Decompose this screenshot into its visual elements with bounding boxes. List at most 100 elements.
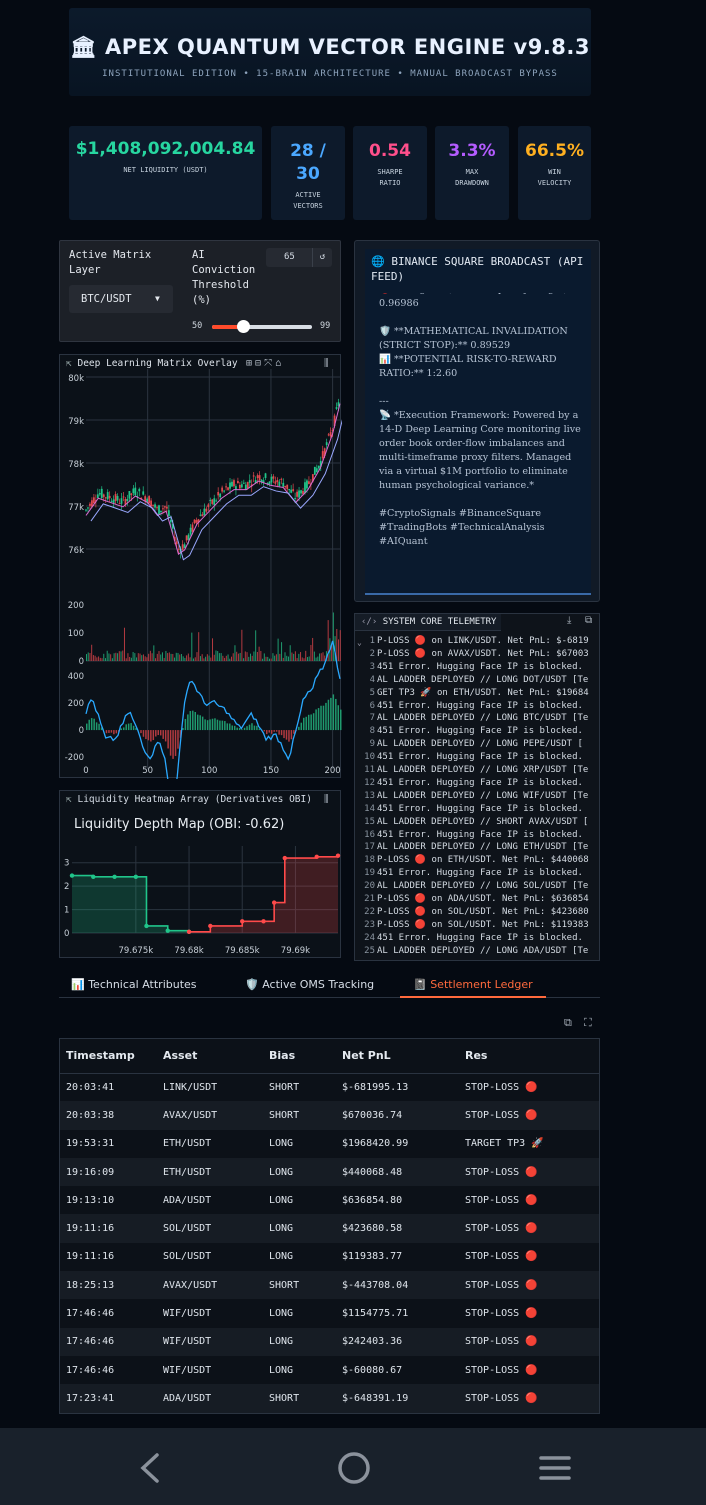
histogram-bar xyxy=(86,723,88,731)
table-row[interactable]: 17:23:41 ADA/USDT SHORT $-648391.19 STOP-LOS… xyxy=(60,1384,599,1413)
candle xyxy=(167,510,170,516)
histogram-bar xyxy=(130,723,132,731)
volume-bar xyxy=(236,651,238,661)
col-header[interactable]: Bias xyxy=(263,1039,336,1074)
log-text: P-LOSS 🔴 on SOL/USDT. Net PnL: $423680 xyxy=(377,906,589,917)
back-icon[interactable] xyxy=(138,1452,160,1484)
volume-bar xyxy=(336,628,338,661)
log-text: AL LADDER DEPLOYED // LONG ETH/USDT [Te xyxy=(377,842,589,853)
table-row[interactable]: 19:11:16 SOL/USDT LONG $423680.58 STOP-LOSS … xyxy=(60,1214,599,1243)
log-line: 25 AL LADDER DEPLOYED // LONG ADA/USDT [T… xyxy=(355,945,588,958)
table-row[interactable]: 19:13:10 ADA/USDT LONG $636854.80 STOP-LOSS … xyxy=(60,1186,599,1214)
tab-active-oms[interactable]: 🛡️ Active OMS Tracking xyxy=(245,974,374,998)
depth-point xyxy=(314,854,319,860)
kpi-value: 66.5% xyxy=(525,141,584,161)
autoscale-icon[interactable]: ⤧ xyxy=(264,358,275,369)
log-line: 8 451 Error. Hugging Face IP is blocked. xyxy=(355,725,583,738)
table-cell: STOP-LOSS 🔴 xyxy=(459,1327,599,1356)
table-cell: $423680.58 xyxy=(336,1214,459,1243)
zoom-out-icon[interactable]: ⊟ xyxy=(255,358,264,369)
volume-bar xyxy=(136,657,138,661)
col-header[interactable]: Res xyxy=(459,1039,599,1074)
table-row[interactable]: 20:03:41 LINK/USDT SHORT $-681995.13 STOP-LO… xyxy=(60,1073,599,1101)
table-row[interactable]: 17:46:46 WIF/USDT LONG $242403.36 STOP-LOSS … xyxy=(60,1327,599,1356)
table-row[interactable]: 19:16:09 ETH/USDT LONG $440068.48 STOP-LOSS … xyxy=(60,1157,599,1187)
volume-bar xyxy=(275,654,277,661)
android-nav-bar xyxy=(0,1428,706,1505)
col-header[interactable]: Net PnL xyxy=(336,1039,459,1074)
volume-bar xyxy=(260,650,262,661)
depth-point xyxy=(240,919,245,924)
candle xyxy=(162,508,164,510)
volume-bar xyxy=(104,658,106,661)
table-row[interactable]: 17:46:46 WIF/USDT LONG $1154775.71 STOP-LOSS… xyxy=(60,1299,599,1327)
table-row[interactable]: 19:53:31 ETH/USDT LONG $1968420.99 TARGET TP… xyxy=(60,1130,599,1158)
threshold-slider[interactable] xyxy=(212,320,312,333)
matrix-chart[interactable]: 80k 79k 78k 77k 76k 200 100 0 400 200 0 -200 0 50 100 1… xyxy=(60,369,342,779)
menu-icon[interactable] xyxy=(538,1455,572,1481)
line-number: 3 xyxy=(369,661,375,672)
volume-bar xyxy=(113,653,115,661)
volume-bar xyxy=(210,657,212,661)
candle xyxy=(152,504,154,506)
col-header[interactable]: Asset xyxy=(157,1039,263,1074)
table-row[interactable]: 17:46:46 WIF/USDT LONG $-60080.67 STOP-LOSS … xyxy=(60,1356,599,1384)
table-row[interactable]: 19:11:16 SOL/USDT LONG $119383.77 STOP-LOSS … xyxy=(60,1243,599,1271)
histogram-bar xyxy=(199,715,201,731)
candle xyxy=(256,475,259,479)
candle xyxy=(154,504,156,508)
heatmap-chart[interactable]: 3 2 1 0 79.675k 79.68k 79.685k 79.69k xyxy=(60,841,342,959)
histogram-bar xyxy=(315,709,317,731)
volume-bar xyxy=(281,642,283,661)
home-icon[interactable] xyxy=(337,1451,371,1485)
table-cell: STOP-LOSS 🔴 xyxy=(459,1214,599,1243)
candle xyxy=(108,495,111,499)
slider-knob[interactable] xyxy=(236,320,250,333)
app-title-text: APEX QUANTUM VECTOR ENGINE v9.8.3 xyxy=(104,35,590,59)
line-number: 22 xyxy=(364,906,375,917)
log-text: AL LADDER DEPLOYED // LONG PEPE/USDT [ xyxy=(377,739,583,750)
volume-bar xyxy=(98,656,100,661)
volume-bar xyxy=(255,630,257,661)
reset-icon[interactable]: ↺ xyxy=(312,248,332,267)
zoom-in-icon[interactable]: ⊞ xyxy=(246,358,255,369)
download-icon[interactable]: ⤓ xyxy=(567,615,571,626)
histogram-bar xyxy=(233,725,236,731)
table-cell: LONG xyxy=(269,1251,294,1263)
table-row[interactable]: 18:25:13 AVAX/USDT SHORT $-443708.04 STOP-LO… xyxy=(60,1271,599,1300)
table-row[interactable]: 20:03:38 AVAX/USDT SHORT $670036.74 STOP-LOS… xyxy=(60,1101,599,1130)
histogram-bar xyxy=(177,730,179,749)
ma-fast-line xyxy=(85,403,341,555)
tab-technical-attributes[interactable]: 📊 Technical Attributes xyxy=(71,974,197,998)
volume-bar xyxy=(234,645,236,661)
volume-bar xyxy=(122,650,124,661)
histogram-bar xyxy=(120,728,123,731)
candle xyxy=(221,487,224,492)
tab-settlement-ledger[interactable]: 📓 Settlement Ledger xyxy=(400,974,546,998)
volume-bar xyxy=(253,651,255,661)
heatmap-subtitle: Liquidity Depth Map (OBI: -0.62) xyxy=(74,817,285,832)
candle xyxy=(164,506,166,508)
candle xyxy=(106,492,109,500)
col-header[interactable]: Timestamp xyxy=(60,1039,157,1074)
home-chart-icon[interactable]: ⌂ xyxy=(275,358,284,369)
histogram-bar xyxy=(125,724,127,731)
telemetry-log: 1 P-LOSS 🔴 on LINK/USDT. Net PnL: $-6819 2… xyxy=(355,635,601,960)
copy-table-icon[interactable]: ⧉ xyxy=(564,1016,572,1030)
threshold-input[interactable]: 65 ↺ xyxy=(266,248,332,267)
histogram-bar xyxy=(184,718,187,731)
heatmap-title-text: Liquidity Heatmap Array (Derivatives OBI… xyxy=(77,794,312,805)
heatmap-panel: ⇱ Liquidity Heatmap Array (Derivatives O… xyxy=(59,790,341,958)
candle xyxy=(270,476,273,483)
line-number: 5 xyxy=(369,687,375,698)
candle xyxy=(308,481,310,484)
histogram-bar xyxy=(206,720,209,731)
candle xyxy=(213,498,216,505)
pair-select[interactable]: BTC/USDT ▼ xyxy=(69,285,173,313)
copy-icon[interactable]: ⧉ xyxy=(585,615,592,626)
fullscreen-icon[interactable]: ⛶ xyxy=(584,1016,592,1030)
histogram-bar xyxy=(145,730,147,740)
histogram-bar xyxy=(305,716,307,731)
depth-point xyxy=(186,929,192,935)
app-subtitle: INSTITUTIONAL EDITION • 15-BRAIN ARCHITE… xyxy=(102,69,558,79)
